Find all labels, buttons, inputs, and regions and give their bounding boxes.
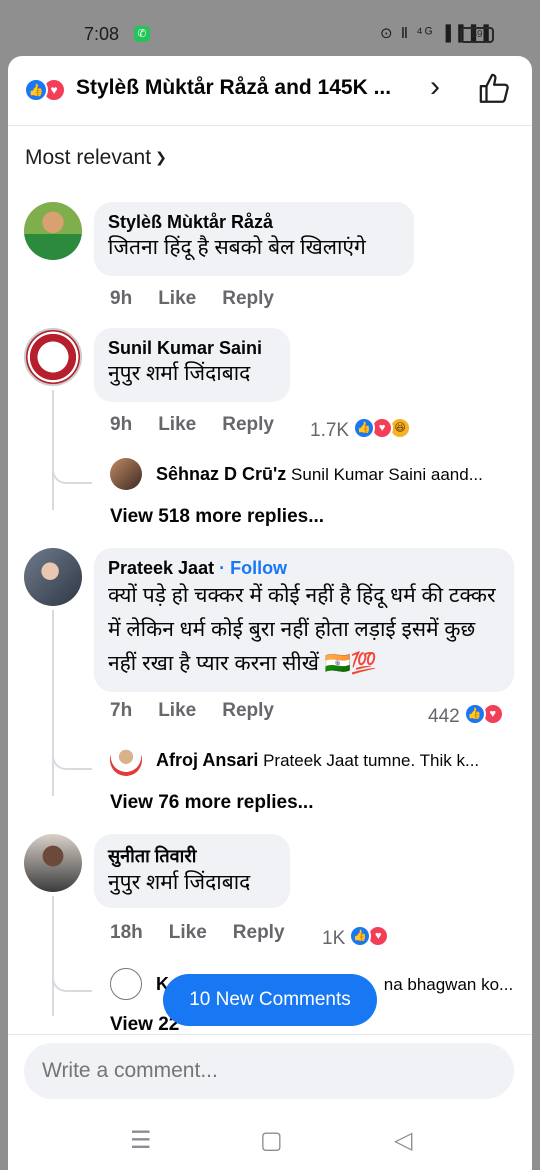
reply-text: Prateek Jaat tumne. Thik k... — [263, 751, 480, 770]
follow-button[interactable]: · Follow — [214, 558, 287, 578]
thread-line — [52, 610, 54, 796]
reply-connector — [52, 740, 92, 770]
reply-button[interactable]: Reply — [222, 700, 274, 722]
reply-button[interactable]: Reply — [233, 922, 285, 944]
reaction-counter[interactable]: 1K 👍 ♥ — [322, 922, 391, 950]
whatsapp-notification-icon: ✆ — [134, 26, 150, 42]
avatar[interactable] — [110, 458, 142, 490]
comment-author[interactable]: Stylèß Mùktår Råzå — [108, 212, 400, 233]
reply-text: na bhagwan ko... — [383, 975, 514, 994]
sort-dropdown[interactable]: Most relevant ❯ — [25, 146, 167, 170]
like-reaction-icon: 👍 — [24, 78, 48, 102]
like-reaction-icon: 👍 — [353, 417, 376, 439]
thread-line — [52, 896, 54, 1016]
reaction-count: 442 — [428, 706, 460, 727]
thumbs-up-outline-icon[interactable] — [478, 72, 512, 106]
comment-actions: 7h Like Reply — [110, 700, 300, 722]
view-more-replies[interactable]: View 518 more replies... — [110, 506, 324, 528]
reply-author[interactable]: Sêhnaz D Crū'z — [156, 464, 286, 484]
sort-label: Most relevant — [25, 146, 152, 169]
comment-age: 9h — [110, 288, 133, 309]
comment-actions: 9h Like Reply — [110, 414, 300, 436]
avatar[interactable] — [24, 328, 82, 386]
reply-connector — [52, 454, 92, 484]
reaction-counter[interactable]: 1.7K 👍 ♥ 😆 — [310, 414, 413, 442]
reactors-summary[interactable]: Stylèß Mùktår Råzå and 145K ... — [76, 76, 391, 100]
comment-author: Prateek Jaat · Follow — [108, 558, 500, 579]
comment-composer-bar — [8, 1034, 532, 1114]
comment-text: नुपुर शर्मा जिंदाबाद — [108, 871, 251, 894]
reply-button[interactable]: Reply — [222, 414, 274, 436]
comment-bubble[interactable]: Prateek Jaat · Follow क्यों पड़े हो चक्क… — [94, 548, 514, 692]
avatar[interactable] — [110, 744, 142, 776]
status-time: 7:08 — [84, 24, 120, 44]
reaction-icons: 👍 ♥ — [463, 703, 506, 725]
comments-sheet: 👍 ♥ Stylèß Mùktår Råzå and 145K ... › Mo… — [8, 56, 532, 1170]
avatar[interactable] — [110, 968, 142, 1000]
system-nav-bar: ☰ ▢ ◁ — [8, 1114, 532, 1170]
reply-button[interactable]: Reply — [222, 288, 274, 310]
like-button[interactable]: Like — [158, 414, 196, 436]
chevron-down-icon: ❯ — [155, 149, 167, 165]
like-reaction-icon: 👍 — [463, 703, 486, 725]
like-button[interactable]: Like — [158, 288, 196, 310]
comment-author-name[interactable]: Prateek Jaat — [108, 558, 214, 578]
menu-icon[interactable]: ☰ — [130, 1126, 152, 1155]
comment-actions: 18h Like Reply — [110, 922, 311, 944]
avatar[interactable] — [24, 548, 82, 606]
avatar[interactable] — [24, 202, 82, 260]
avatar[interactable] — [24, 834, 82, 892]
comment-text: नुपुर शर्मा जिंदाबाद — [108, 362, 251, 385]
reaction-icons: 👍 ♥ 😆 — [353, 417, 413, 439]
comment-text: क्यों पड़े हो चक्कर में कोई नहीं है हिंद… — [108, 584, 496, 675]
reaction-count: 1K — [322, 928, 346, 949]
view-more-replies[interactable]: View 76 more replies... — [110, 792, 313, 814]
comment-bubble[interactable]: Stylèß Mùktår Råzå जितना हिंदू है सबको ब… — [94, 202, 414, 276]
battery-icon: 59 — [460, 27, 494, 43]
status-bar: 7:08 ✆ ⊙ Ⅱ ⁴ᴳ ▐▐▐▐ 59 — [0, 0, 540, 56]
comment-age: 7h — [110, 700, 133, 721]
thread-line — [52, 390, 54, 510]
reaction-icons: 👍 ♥ — [24, 78, 70, 102]
reply-text: Sunil Kumar Saini aand... — [291, 465, 483, 484]
comment-author[interactable]: सुनीता तिवारी — [108, 844, 276, 868]
comment-age: 18h — [110, 922, 143, 943]
like-button[interactable]: Like — [169, 922, 207, 944]
comment-author[interactable]: Sunil Kumar Saini — [108, 338, 276, 359]
reaction-icons: 👍 ♥ — [349, 925, 391, 947]
reply-author[interactable]: Afroj Ansari — [156, 750, 258, 770]
reply-preview[interactable]: Sêhnaz D Crū'z Sunil Kumar Saini aand... — [156, 464, 483, 485]
comment-actions: 9h Like Reply — [110, 288, 300, 310]
comment-bubble[interactable]: सुनीता तिवारी नुपुर शर्मा जिंदाबाद — [94, 834, 290, 908]
reaction-count: 1.7K — [310, 420, 350, 441]
like-button[interactable]: Like — [158, 700, 196, 722]
reply-preview[interactable]: Afroj Ansari Prateek Jaat tumne. Thik k.… — [156, 750, 479, 771]
chevron-right-icon[interactable]: › — [430, 70, 440, 104]
comment-bubble[interactable]: Sunil Kumar Saini नुपुर शर्मा जिंदाबाद — [94, 328, 290, 402]
comment-text: जितना हिंदू है सबको बेल खिलाएंगे — [108, 236, 366, 259]
back-icon[interactable]: ◁ — [394, 1126, 412, 1155]
comment-age: 9h — [110, 414, 133, 435]
reply-connector — [52, 962, 92, 992]
new-comments-button[interactable]: 10 New Comments — [163, 974, 377, 1026]
comment-input[interactable] — [24, 1043, 514, 1099]
like-reaction-icon: 👍 — [349, 925, 372, 947]
reactions-header[interactable]: 👍 ♥ Stylèß Mùktår Råzå and 145K ... › — [8, 56, 532, 126]
home-icon[interactable]: ▢ — [260, 1126, 283, 1155]
reaction-counter[interactable]: 442 👍 ♥ — [428, 700, 506, 728]
